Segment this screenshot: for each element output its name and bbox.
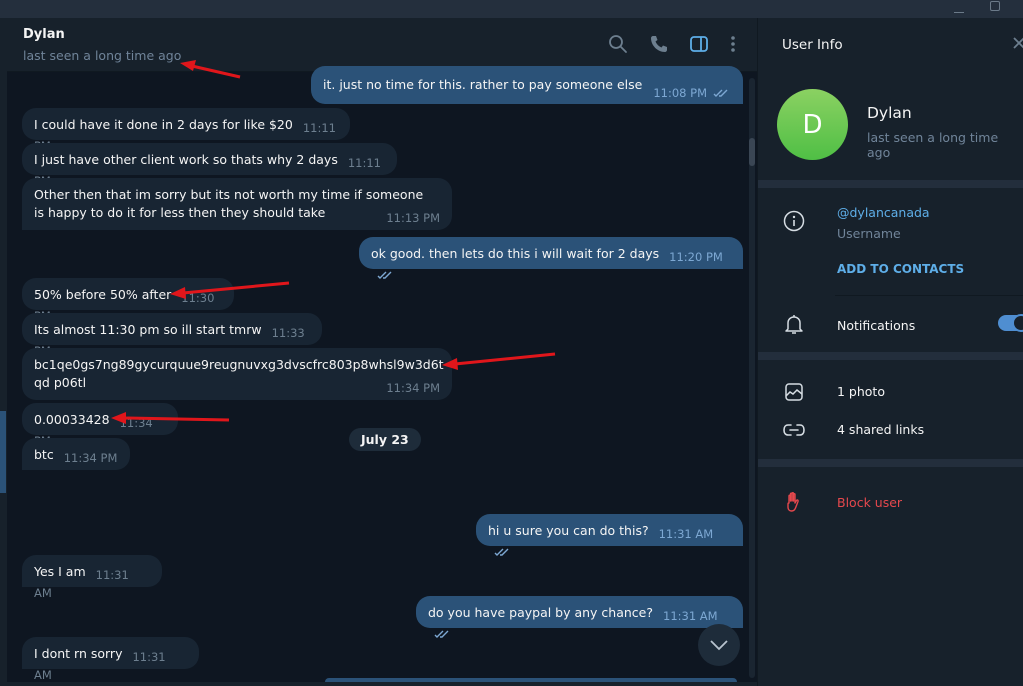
close-panel-button[interactable] (1012, 34, 1023, 56)
double-check-icon (713, 85, 731, 103)
close-icon (1013, 37, 1023, 49)
section-divider (758, 180, 1023, 188)
message-text: do you have paypal by any chance? (428, 605, 654, 620)
scrollbar-thumb[interactable] (749, 138, 755, 166)
message-time: 11:31 AM (658, 527, 714, 541)
row-separator (835, 295, 1023, 296)
username-link[interactable]: @dylancanada (837, 205, 930, 220)
username-label: Username (837, 226, 901, 241)
message-incoming[interactable]: I could have it done in 2 days for like … (22, 108, 350, 153)
message-outgoing[interactable]: it. just no time for this. rather to pay… (311, 66, 743, 104)
chevron-down-icon (710, 640, 728, 651)
message-time: 11:20 PM (669, 250, 723, 264)
search-icon (609, 35, 627, 53)
minimize-icon (954, 11, 964, 13)
message-text: Other then that im sorry but its not wor… (34, 187, 424, 220)
message-text: I could have it done in 2 days for like … (34, 117, 293, 132)
message-text: hi u sure you can do this? (488, 523, 649, 538)
profile-name: Dylan (867, 104, 912, 122)
panel-title: User Info (782, 37, 843, 53)
phone-icon (651, 36, 667, 52)
chat-header[interactable]: Dylan last seen a long time ago (7, 18, 757, 72)
message-incoming[interactable]: 50% before 50% after11:30 PM (22, 278, 234, 323)
message-outgoing[interactable]: hi u sure you can do this? 11:31 AM (476, 514, 743, 556)
call-button[interactable] (647, 32, 671, 56)
search-button[interactable] (606, 32, 630, 56)
message-time: 11:31 AM (663, 609, 718, 623)
message-time: 11:08 PM (653, 86, 707, 100)
notifications-toggle[interactable] (998, 314, 1023, 332)
message-incoming[interactable]: Its almost 11:30 pm so ill start tmrw 11:… (22, 313, 322, 358)
section-divider (758, 459, 1023, 467)
profile-status: last seen a long time ago (867, 130, 999, 160)
message-text: it. just no time for this. rather to pay… (323, 77, 643, 92)
notifications-label: Notifications (837, 318, 916, 333)
minimize-button[interactable] (944, 0, 974, 18)
toggle-info-panel-button[interactable] (687, 32, 711, 56)
window-titlebar (0, 0, 1023, 18)
message-outgoing[interactable]: do you have paypal by any chance? 11:31 A… (416, 596, 743, 638)
block-user-button[interactable]: Block user (837, 495, 902, 510)
message-outgoing[interactable]: ok good. then lets do this i will wait f… (359, 237, 743, 279)
user-info-panel: User Info D Dylan last seen a long time … (757, 18, 1023, 686)
chat-list-edge (0, 18, 7, 686)
message-incoming[interactable]: I dont rn sorry 11:31 AM (22, 637, 199, 682)
shared-links-link[interactable]: 4 shared links (837, 422, 924, 437)
avatar-letter: D (802, 109, 823, 140)
message-list[interactable]: it. just no time for this. rather to pay… (7, 66, 747, 686)
message-text: Yes I am (34, 564, 86, 579)
hand-block-icon (782, 490, 806, 514)
photo-icon (782, 380, 806, 404)
message-time: 11:34 PM (63, 451, 118, 465)
add-to-contacts-button[interactable]: ADD TO CONTACTS (837, 262, 964, 276)
double-check-icon (494, 544, 512, 562)
message-text: I just have other client work so thats w… (34, 152, 338, 167)
message-scrollbar[interactable] (747, 72, 757, 686)
photos-link[interactable]: 1 photo (837, 384, 885, 399)
message-text: ok good. then lets do this i will wait f… (371, 246, 660, 261)
info-icon (782, 209, 806, 233)
message-incoming[interactable]: Other then that im sorry but its not wor… (22, 178, 452, 230)
message-text: I dont rn sorry (34, 646, 123, 661)
date-separator: July 23 (349, 428, 421, 451)
message-time: 11:34 PM (386, 381, 440, 395)
message-incoming[interactable]: 0.0003342811:34 PM (22, 403, 178, 448)
chat-bottom-bar (7, 682, 757, 686)
scroll-to-bottom-button[interactable] (698, 624, 740, 666)
toggle-knob (1012, 314, 1023, 332)
more-vertical-icon (731, 36, 735, 52)
double-check-icon (377, 267, 395, 285)
message-incoming[interactable]: Yes I am 11:31 AM (22, 555, 162, 600)
avatar[interactable]: D (777, 89, 848, 160)
message-text: 50% before 50% after (34, 287, 172, 302)
double-check-icon (434, 626, 452, 644)
active-chat-indicator[interactable] (0, 411, 6, 493)
chat-title[interactable]: Dylan (23, 27, 65, 42)
message-incoming[interactable]: I just have other client work so thats w… (22, 143, 397, 188)
maximize-icon (990, 1, 1000, 11)
side-panel-icon (690, 36, 708, 52)
message-time: 11:13 PM (386, 211, 440, 225)
maximize-button[interactable] (980, 0, 1010, 18)
message-text: 0.00033428 (34, 412, 110, 427)
link-icon (782, 418, 806, 442)
message-incoming[interactable]: bc1qe0gs7ng89gycurquue9reugnuvxg3dvscfrc… (22, 348, 452, 400)
section-divider (758, 352, 1023, 360)
scrollbar-track[interactable] (749, 78, 755, 678)
message-text: Its almost 11:30 pm so ill start tmrw (34, 322, 262, 337)
chat-panel: Dylan last seen a long time ago it. just… (7, 18, 757, 686)
message-text: btc (34, 447, 54, 462)
chat-status: last seen a long time ago (23, 48, 182, 63)
bell-icon (782, 313, 806, 337)
more-button[interactable] (721, 32, 745, 56)
message-incoming[interactable]: btc 11:34 PM (22, 438, 130, 470)
